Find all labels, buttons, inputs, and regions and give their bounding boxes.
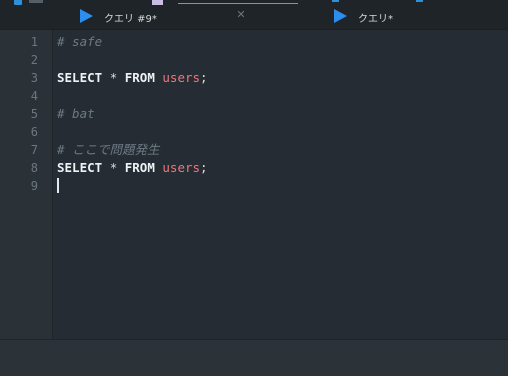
tab-label: クエリ* — [358, 14, 393, 25]
sql-terminator: ; — [200, 70, 208, 85]
sql-keyword: SELECT — [57, 70, 103, 85]
bottom-panel — [0, 339, 508, 376]
line-numbers: 1 2 3 4 5 6 7 8 9 — [0, 33, 38, 195]
clipped-blue-icon — [14, 0, 22, 5]
close-icon[interactable]: ✕ — [236, 9, 246, 20]
sql-operator: * — [109, 70, 118, 85]
sql-identifier: users — [162, 70, 201, 85]
play-icon — [80, 9, 93, 23]
tab-query-9[interactable]: クエリ #9* ✕ — [70, 6, 260, 29]
line-number: 9 — [30, 179, 38, 193]
clipped-text-fragment — [29, 0, 43, 3]
line-number: 7 — [30, 143, 38, 157]
code-line[interactable] — [57, 123, 505, 141]
code-line[interactable]: # safe — [57, 33, 505, 51]
line-number: 6 — [30, 125, 38, 139]
code-line[interactable]: SELECT * FROM users; — [57, 69, 505, 87]
code-line[interactable] — [57, 87, 505, 105]
clipped-blue-icon — [416, 0, 423, 2]
clipped-document-icon — [152, 0, 163, 5]
line-number: 3 — [30, 71, 38, 85]
code-line[interactable]: SELECT * FROM users; — [57, 159, 505, 177]
clipped-blue-icon — [332, 0, 339, 2]
code-line[interactable] — [57, 51, 505, 69]
sql-editor-window: クエリ #9* ✕ クエリ* 1 2 3 4 5 6 7 8 9 # safe SELECT * … — [0, 0, 508, 376]
code-text-area[interactable]: # safe SELECT * FROM users; # bat # ここで問題発生… — [57, 33, 505, 195]
sql-keyword: FROM — [124, 70, 155, 85]
sql-keyword: SELECT — [57, 160, 103, 175]
sql-terminator: ; — [200, 160, 208, 175]
text-caret — [57, 178, 59, 193]
line-number: 1 — [30, 35, 38, 49]
line-number: 5 — [30, 107, 38, 121]
sql-comment: # safe — [57, 34, 103, 49]
tab-query[interactable]: クエリ* — [324, 6, 508, 29]
sql-comment: # bat — [57, 106, 95, 121]
tab-label: クエリ #9* — [104, 14, 157, 25]
line-number: 4 — [30, 89, 38, 103]
sql-identifier: users — [162, 160, 201, 175]
clipped-text-fragment — [178, 3, 298, 4]
line-number-gutter: 1 2 3 4 5 6 7 8 9 — [0, 30, 53, 340]
code-line[interactable]: # bat — [57, 105, 505, 123]
code-editor[interactable]: 1 2 3 4 5 6 7 8 9 # safe SELECT * FROM users; # ba… — [0, 29, 508, 340]
line-number: 8 — [30, 161, 38, 175]
line-number: 2 — [30, 53, 38, 67]
sql-comment: # ここで問題発生 — [57, 142, 160, 157]
code-line[interactable]: # ここで問題発生 — [57, 141, 505, 159]
play-icon — [334, 9, 347, 23]
sql-operator: * — [109, 160, 118, 175]
code-line[interactable] — [57, 177, 505, 195]
query-tab-bar: クエリ #9* ✕ クエリ* — [0, 6, 508, 29]
sql-keyword: FROM — [124, 160, 155, 175]
